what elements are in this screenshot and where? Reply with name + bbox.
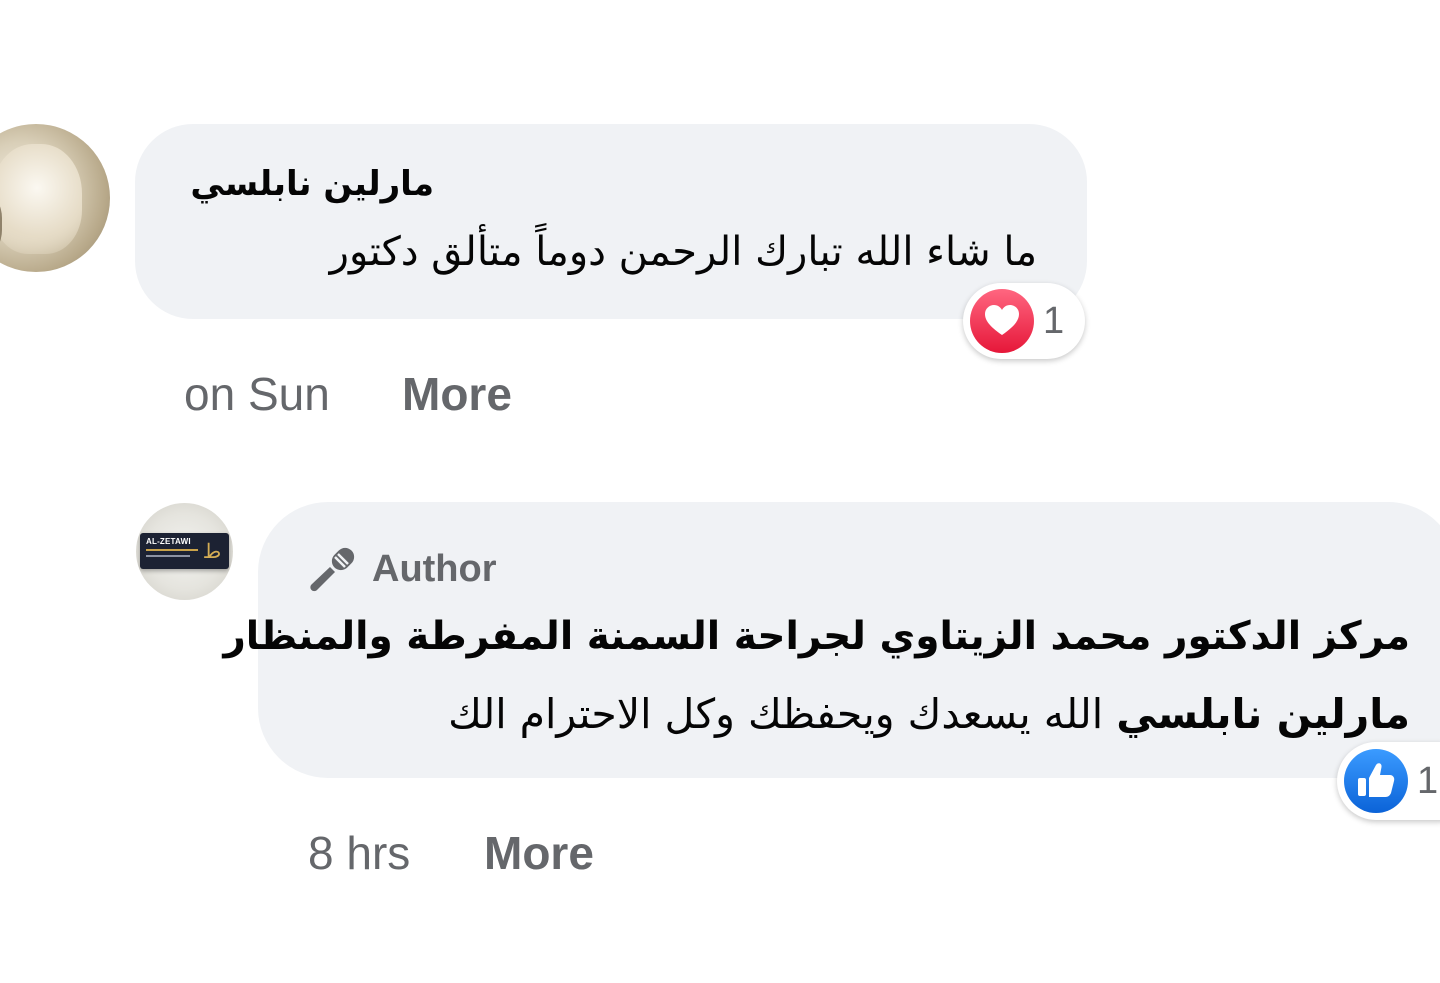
comment-bubble: مارلين نابلسي ما شاء الله تبارك الرحمن د… [135,124,1087,319]
reaction-count: 1 [1043,299,1065,342]
comment-body: الله يسعدك ويحفظك وكل الاحترام الك [448,690,1104,738]
like-reaction-icon [1344,749,1408,813]
reaction-summary[interactable]: 1 [1337,742,1440,820]
logo-mark-icon: ط [202,539,222,563]
heart-reaction-icon [970,289,1034,353]
comments-thread: مارلين نابلسي ما شاء الله تبارك الرحمن د… [0,0,1440,983]
avatar[interactable]: AL-ZETAWI ط [136,503,233,600]
mention-link[interactable]: مارلين نابلسي [1116,690,1410,738]
comment-timestamp[interactable]: on Sun [184,367,330,421]
more-button[interactable]: More [402,367,512,421]
comment-timestamp[interactable]: 8 hrs [308,826,410,880]
reaction-count: 1 [1417,759,1439,802]
more-button[interactable]: More [484,826,594,880]
comment-bubble: Author مركز الدكتور محمد الزيتاوي لجراحة… [223,502,1440,778]
comment-author-name[interactable]: مارلين نابلسي [190,164,434,204]
avatar[interactable] [0,124,110,272]
logo-line [146,555,190,557]
author-badge-label: Author [372,547,497,590]
author-badge: Author [308,544,497,594]
comment-author-name[interactable]: مركز الدكتور محمد الزيتاوي لجراحة السمنة… [223,614,1410,659]
avatar-logo: AL-ZETAWI ط [140,533,229,569]
comment-text: ما شاء الله تبارك الرحمن دوماً متألق دكت… [329,229,1037,275]
avatar-photo [0,144,82,254]
reaction-summary[interactable]: 1 [963,283,1085,359]
avatar-logo-text: AL-ZETAWI [146,537,191,546]
logo-line [146,549,198,551]
microphone-icon [310,547,355,592]
comment-text: مارلين نابلسي الله يسعدك ويحفظك وكل الاح… [448,690,1410,738]
